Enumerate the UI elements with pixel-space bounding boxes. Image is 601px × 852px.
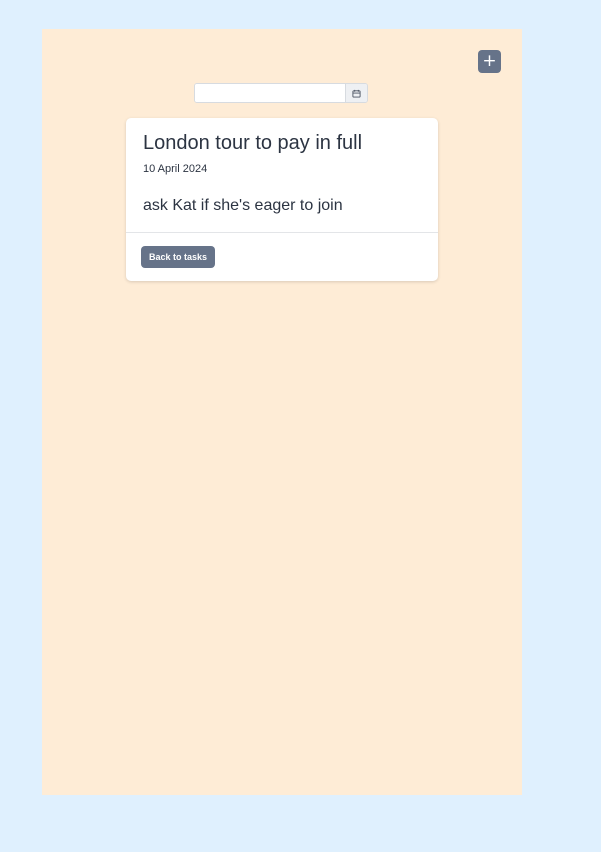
calendar-button[interactable] (345, 84, 367, 102)
card-divider (126, 232, 438, 233)
add-task-button[interactable]: + (478, 50, 501, 73)
date-input[interactable] (195, 84, 345, 102)
back-to-tasks-button[interactable]: Back to tasks (141, 246, 216, 268)
calendar-icon (352, 89, 361, 98)
task-title: London tour to pay in full (143, 132, 363, 154)
plus-icon: + (482, 51, 497, 71)
task-note: ask Kat if she's eager to join (143, 197, 343, 214)
task-date: 10 April 2024 (143, 163, 208, 175)
app-panel: + London tour to pay in full 10 April 20… (42, 29, 522, 795)
task-card: London tour to pay in full 10 April 2024… (126, 118, 438, 281)
date-picker (194, 83, 368, 103)
